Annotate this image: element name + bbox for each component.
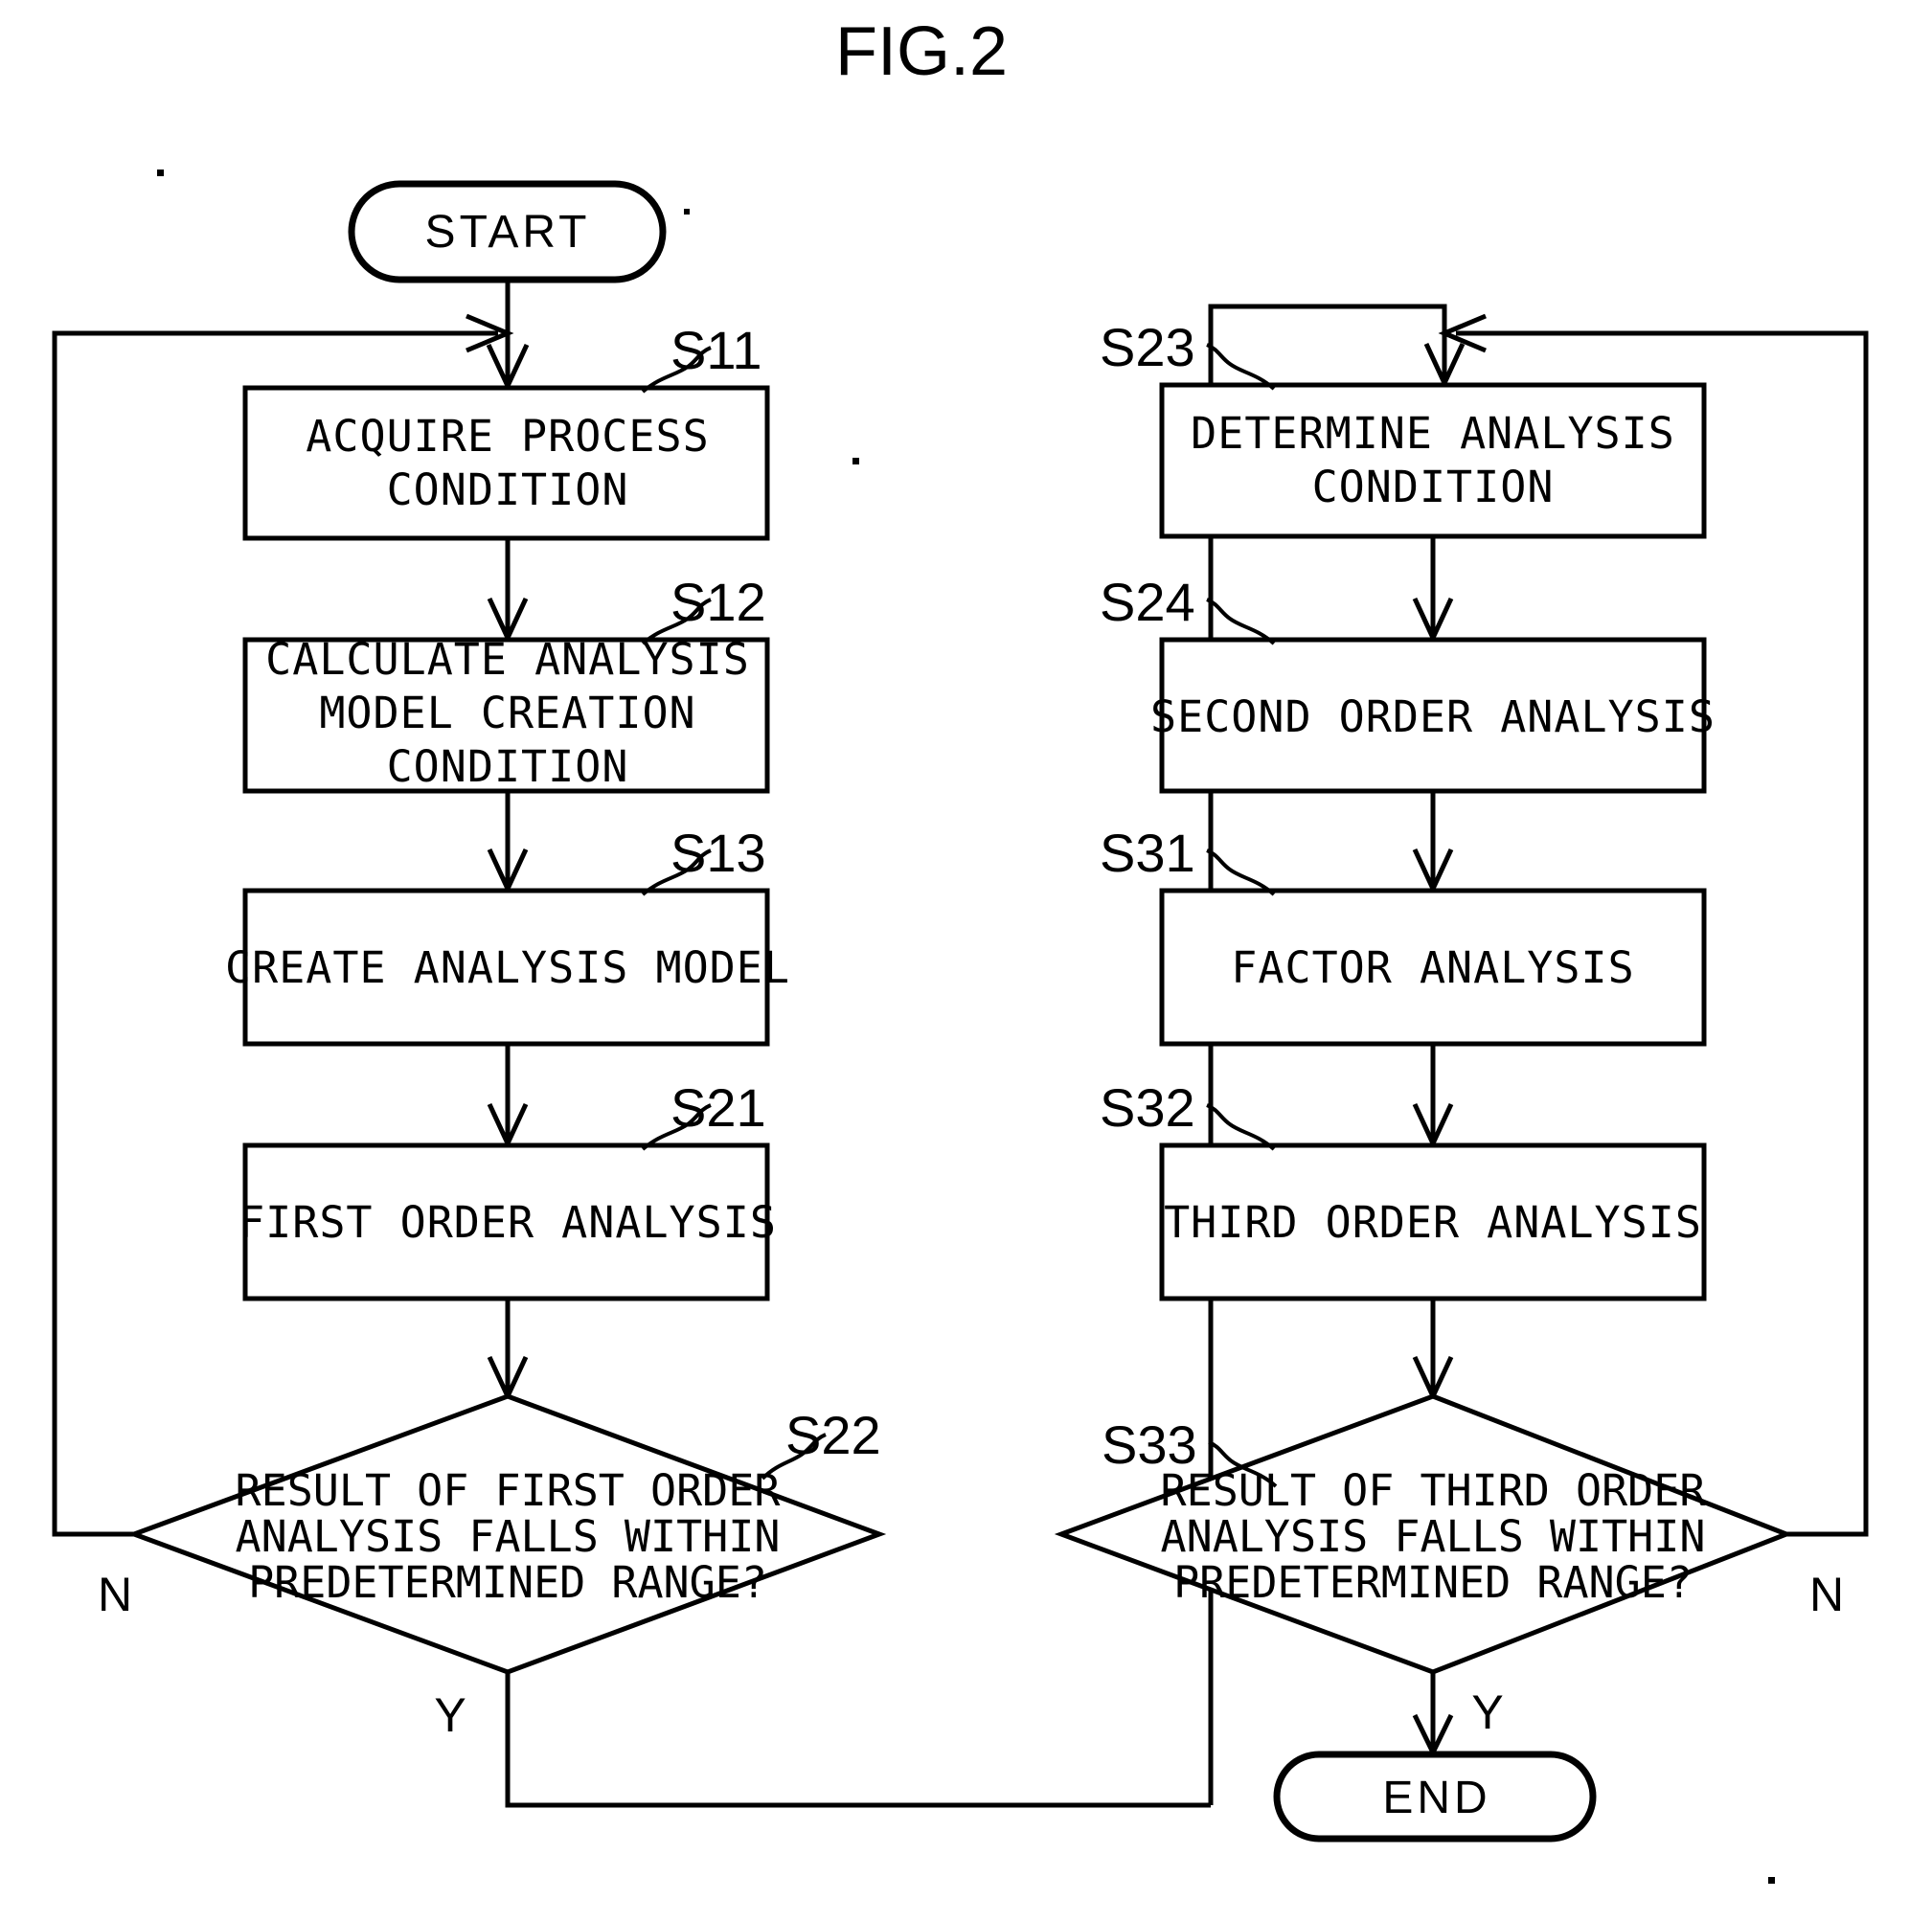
leader-s32 xyxy=(1206,1103,1276,1151)
process-box-s13-line1: CREATE ANALYSIS MODEL xyxy=(225,942,790,993)
process-box-s11-line2: CONDITION xyxy=(387,464,629,515)
scan-speck xyxy=(157,170,164,176)
decision-s33-line3: PREDETERMINED RANGE? xyxy=(1173,1557,1693,1608)
scan-speck xyxy=(852,458,859,464)
step-ref-s32: S32 xyxy=(1100,1077,1195,1138)
figure-canvas: FIG.2 START N ACQUIRE PROCESS CONDITION … xyxy=(0,0,1932,1922)
branch-label-no-left: N xyxy=(98,1568,132,1621)
process-box-s31-line1: FACTOR ANALYSIS xyxy=(1231,942,1634,993)
step-ref-s33: S33 xyxy=(1102,1414,1197,1475)
step-ref-s22: S22 xyxy=(785,1405,881,1465)
flowchart-svg: FIG.2 START N ACQUIRE PROCESS CONDITION … xyxy=(52,13,1869,1884)
leader-s31 xyxy=(1206,848,1276,896)
process-box-s11-line1: ACQUIRE PROCESS xyxy=(306,411,709,462)
process-box-s12-line2: MODEL CREATION xyxy=(319,688,695,738)
scan-speck xyxy=(1768,1877,1775,1884)
process-box-s23-line1: DETERMINE ANALYSIS xyxy=(1191,408,1675,459)
decision-s22-line2: ANALYSIS FALLS WITHIN xyxy=(236,1511,781,1562)
start-terminal-label: START xyxy=(425,207,591,258)
decision-s22-line1: RESULT OF FIRST ORDER xyxy=(236,1465,782,1516)
figure-title: FIG.2 xyxy=(835,13,1008,90)
connector-s22-yes xyxy=(505,1672,1211,1808)
process-box-s32-line1: THIRD ORDER ANALYSIS xyxy=(1164,1197,1702,1248)
branch-label-yes-right: Y xyxy=(1471,1685,1503,1739)
process-box-s23-line2: CONDITION xyxy=(1312,462,1555,512)
step-ref-s12: S12 xyxy=(671,572,766,632)
decision-s33-line2: ANALYSIS FALLS WITHIN xyxy=(1161,1511,1706,1562)
decision-s33-line1: RESULT OF THIRD ORDER xyxy=(1161,1465,1707,1516)
decision-s22-line3: PREDETERMINED RANGE? xyxy=(248,1557,767,1608)
leader-s24 xyxy=(1206,598,1276,645)
step-ref-s23: S23 xyxy=(1100,317,1195,377)
process-box-s12-line3: CONDITION xyxy=(387,741,629,792)
process-box-s21-line1: FIRST ORDER ANALYSIS xyxy=(239,1197,777,1248)
end-terminal-label: END xyxy=(1382,1773,1490,1823)
step-ref-s31: S31 xyxy=(1100,823,1195,883)
leader-s23 xyxy=(1206,343,1276,391)
scan-speck xyxy=(684,209,690,215)
step-ref-s11: S11 xyxy=(671,320,761,380)
step-ref-s13: S13 xyxy=(671,823,766,883)
process-box-s12-line1: CALCULATE ANALYSIS xyxy=(265,634,750,685)
process-box-s24-line1: SECOND ORDER ANALYSIS xyxy=(1150,691,1716,742)
branch-label-yes-left: Y xyxy=(434,1688,466,1742)
step-ref-s24: S24 xyxy=(1100,572,1195,632)
branch-label-no-right: N xyxy=(1809,1568,1844,1621)
step-ref-s21: S21 xyxy=(671,1077,766,1138)
